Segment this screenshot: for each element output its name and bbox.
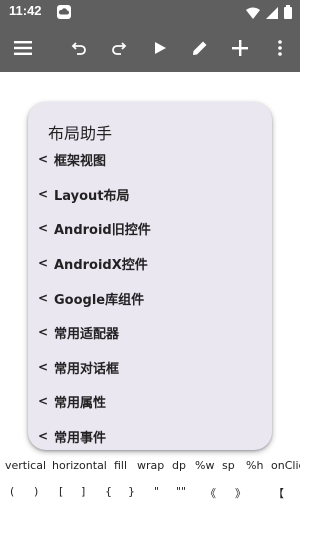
chevron-left-icon: <	[38, 152, 49, 166]
symbol-button[interactable]: }	[128, 485, 135, 498]
status-icons	[246, 4, 292, 23]
menu-item-label: Android旧控件	[54, 222, 151, 238]
keyword-button[interactable]: %w	[195, 459, 214, 472]
keyword-button[interactable]: sp	[222, 459, 235, 472]
card-title: 布局助手	[48, 124, 113, 143]
chevron-left-icon: <	[38, 221, 49, 235]
menu-item-common-adapters[interactable]: < 常用适配器	[38, 320, 266, 344]
symbol-button[interactable]: [	[59, 485, 63, 498]
menu-item-layout[interactable]: < Layout布局	[38, 182, 266, 206]
status-time: 11:42	[9, 3, 42, 18]
keyword-button[interactable]: vertical	[5, 459, 46, 472]
symbol-button[interactable]: (	[10, 485, 14, 498]
menu-item-common-attributes[interactable]: < 常用属性	[38, 389, 266, 413]
layout-helper-card: 布局助手 < 框架视图 < Layout布局 < Android旧控件 < An…	[28, 102, 272, 450]
keyword-button[interactable]: %h	[246, 459, 263, 472]
chevron-left-icon: <	[38, 325, 49, 339]
symbol-button[interactable]: 《	[205, 485, 216, 501]
redo-icon[interactable]	[107, 36, 131, 60]
chevron-left-icon: <	[38, 394, 49, 408]
keyword-bar: vertical horizontal fill wrap dp %w sp %…	[0, 459, 300, 475]
play-icon[interactable]	[148, 36, 172, 60]
symbol-button[interactable]: {	[105, 485, 112, 498]
more-vert-icon[interactable]	[268, 36, 292, 60]
menu-item-label: Layout布局	[54, 188, 130, 204]
symbol-button[interactable]: "	[154, 485, 159, 498]
wifi-icon	[246, 4, 260, 23]
status-bar: 11:42	[0, 0, 300, 24]
chevron-left-icon: <	[38, 291, 49, 305]
menu-item-label: 常用属性	[54, 395, 107, 411]
keyword-button[interactable]: dp	[172, 459, 186, 472]
symbol-button[interactable]: )	[34, 485, 38, 498]
chevron-left-icon: <	[38, 187, 49, 201]
menu-item-label: 常用事件	[54, 430, 107, 446]
edit-icon[interactable]	[188, 36, 212, 60]
menu-item-frame-view[interactable]: < 框架视图	[38, 147, 266, 171]
keyword-button[interactable]: wrap	[137, 459, 164, 472]
undo-icon[interactable]	[67, 36, 91, 60]
battery-icon	[284, 4, 292, 23]
symbol-button[interactable]: ]	[81, 485, 85, 498]
menu-item-common-events[interactable]: < 常用事件	[38, 424, 266, 448]
chevron-left-icon: <	[38, 429, 49, 443]
menu-item-common-dialogs[interactable]: < 常用对话框	[38, 355, 266, 379]
toolbar	[0, 24, 300, 72]
symbol-button[interactable]: 【	[273, 485, 284, 501]
signal-icon	[266, 4, 278, 23]
chevron-left-icon: <	[38, 360, 49, 374]
add-icon[interactable]	[228, 36, 252, 60]
menu-item-label: 常用适配器	[54, 326, 120, 342]
menu-item-label: 框架视图	[54, 153, 107, 169]
keyword-button[interactable]: fill	[114, 459, 127, 472]
chevron-left-icon: <	[38, 256, 49, 270]
menu-icon[interactable]	[11, 36, 35, 60]
menu-item-label: Google库组件	[54, 292, 145, 308]
keyword-button[interactable]: horizontal	[52, 459, 107, 472]
symbol-button[interactable]: ""	[176, 485, 186, 498]
keyword-button[interactable]: onClic	[271, 459, 300, 472]
menu-item-android-old-widgets[interactable]: < Android旧控件	[38, 216, 266, 240]
menu-item-label: AndroidX控件	[54, 257, 148, 273]
menu-item-androidx-widgets[interactable]: < AndroidX控件	[38, 251, 266, 275]
menu-item-label: 常用对话框	[54, 361, 120, 377]
symbol-button[interactable]: 》	[235, 485, 246, 501]
symbol-bar: ( ) [ ] { } " "" 《 》 【	[0, 485, 300, 501]
menu-item-google-components[interactable]: < Google库组件	[38, 286, 266, 310]
cloud-icon	[57, 4, 71, 23]
